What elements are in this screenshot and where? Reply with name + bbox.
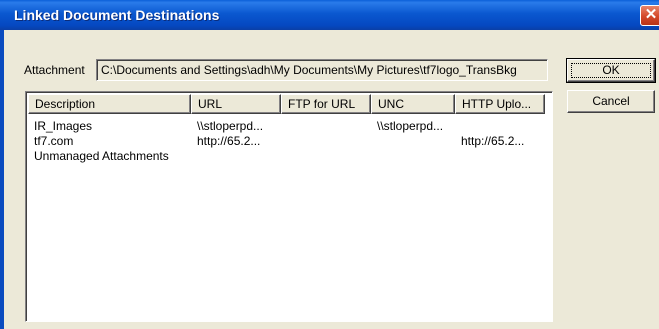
destinations-list[interactable]: Description URL FTP for URL UNC HTTP Upl… [25,91,553,322]
column-header-ftp-for-url[interactable]: FTP for URL [281,94,371,114]
cell-description: Unmanaged Attachments [34,149,169,163]
ok-button-label: OK [602,63,620,77]
cell-url: http://65.2... [197,134,261,148]
close-button[interactable]: ✕ [640,5,659,26]
cell-description: tf7.com [34,134,74,148]
cancel-button-label: Cancel [592,94,630,108]
list-row[interactable]: IR_Images \\stloperpd... \\stloperpd... [28,119,552,133]
cell-http-upload: http://65.2... [461,134,525,148]
list-header: Description URL FTP for URL UNC HTTP Upl… [28,94,552,114]
list-row[interactable]: tf7.com http://65.2... http://65.2... [28,134,552,148]
column-header-http-upload[interactable]: HTTP Uplo... [455,94,545,114]
window-title: Linked Document Destinations [14,7,220,23]
cell-unc: \\stloperpd... [377,119,444,133]
title-bar[interactable]: Linked Document Destinations ✕ [0,0,659,30]
attachment-label: Attachment [24,63,85,77]
window-left-border [0,30,4,329]
list-row[interactable]: Unmanaged Attachments [28,149,552,163]
column-header-description[interactable]: Description [28,94,191,114]
column-header-unc[interactable]: UNC [371,94,455,114]
cell-description: IR_Images [34,119,93,133]
attachment-path-field[interactable]: C:\Documents and Settings\adh\My Documen… [96,59,548,81]
cell-url: \\stloperpd... [197,119,264,133]
cancel-button[interactable]: Cancel [567,90,655,113]
ok-button[interactable]: OK [566,58,656,83]
close-icon: ✕ [644,6,658,23]
column-header-url[interactable]: URL [191,94,281,114]
